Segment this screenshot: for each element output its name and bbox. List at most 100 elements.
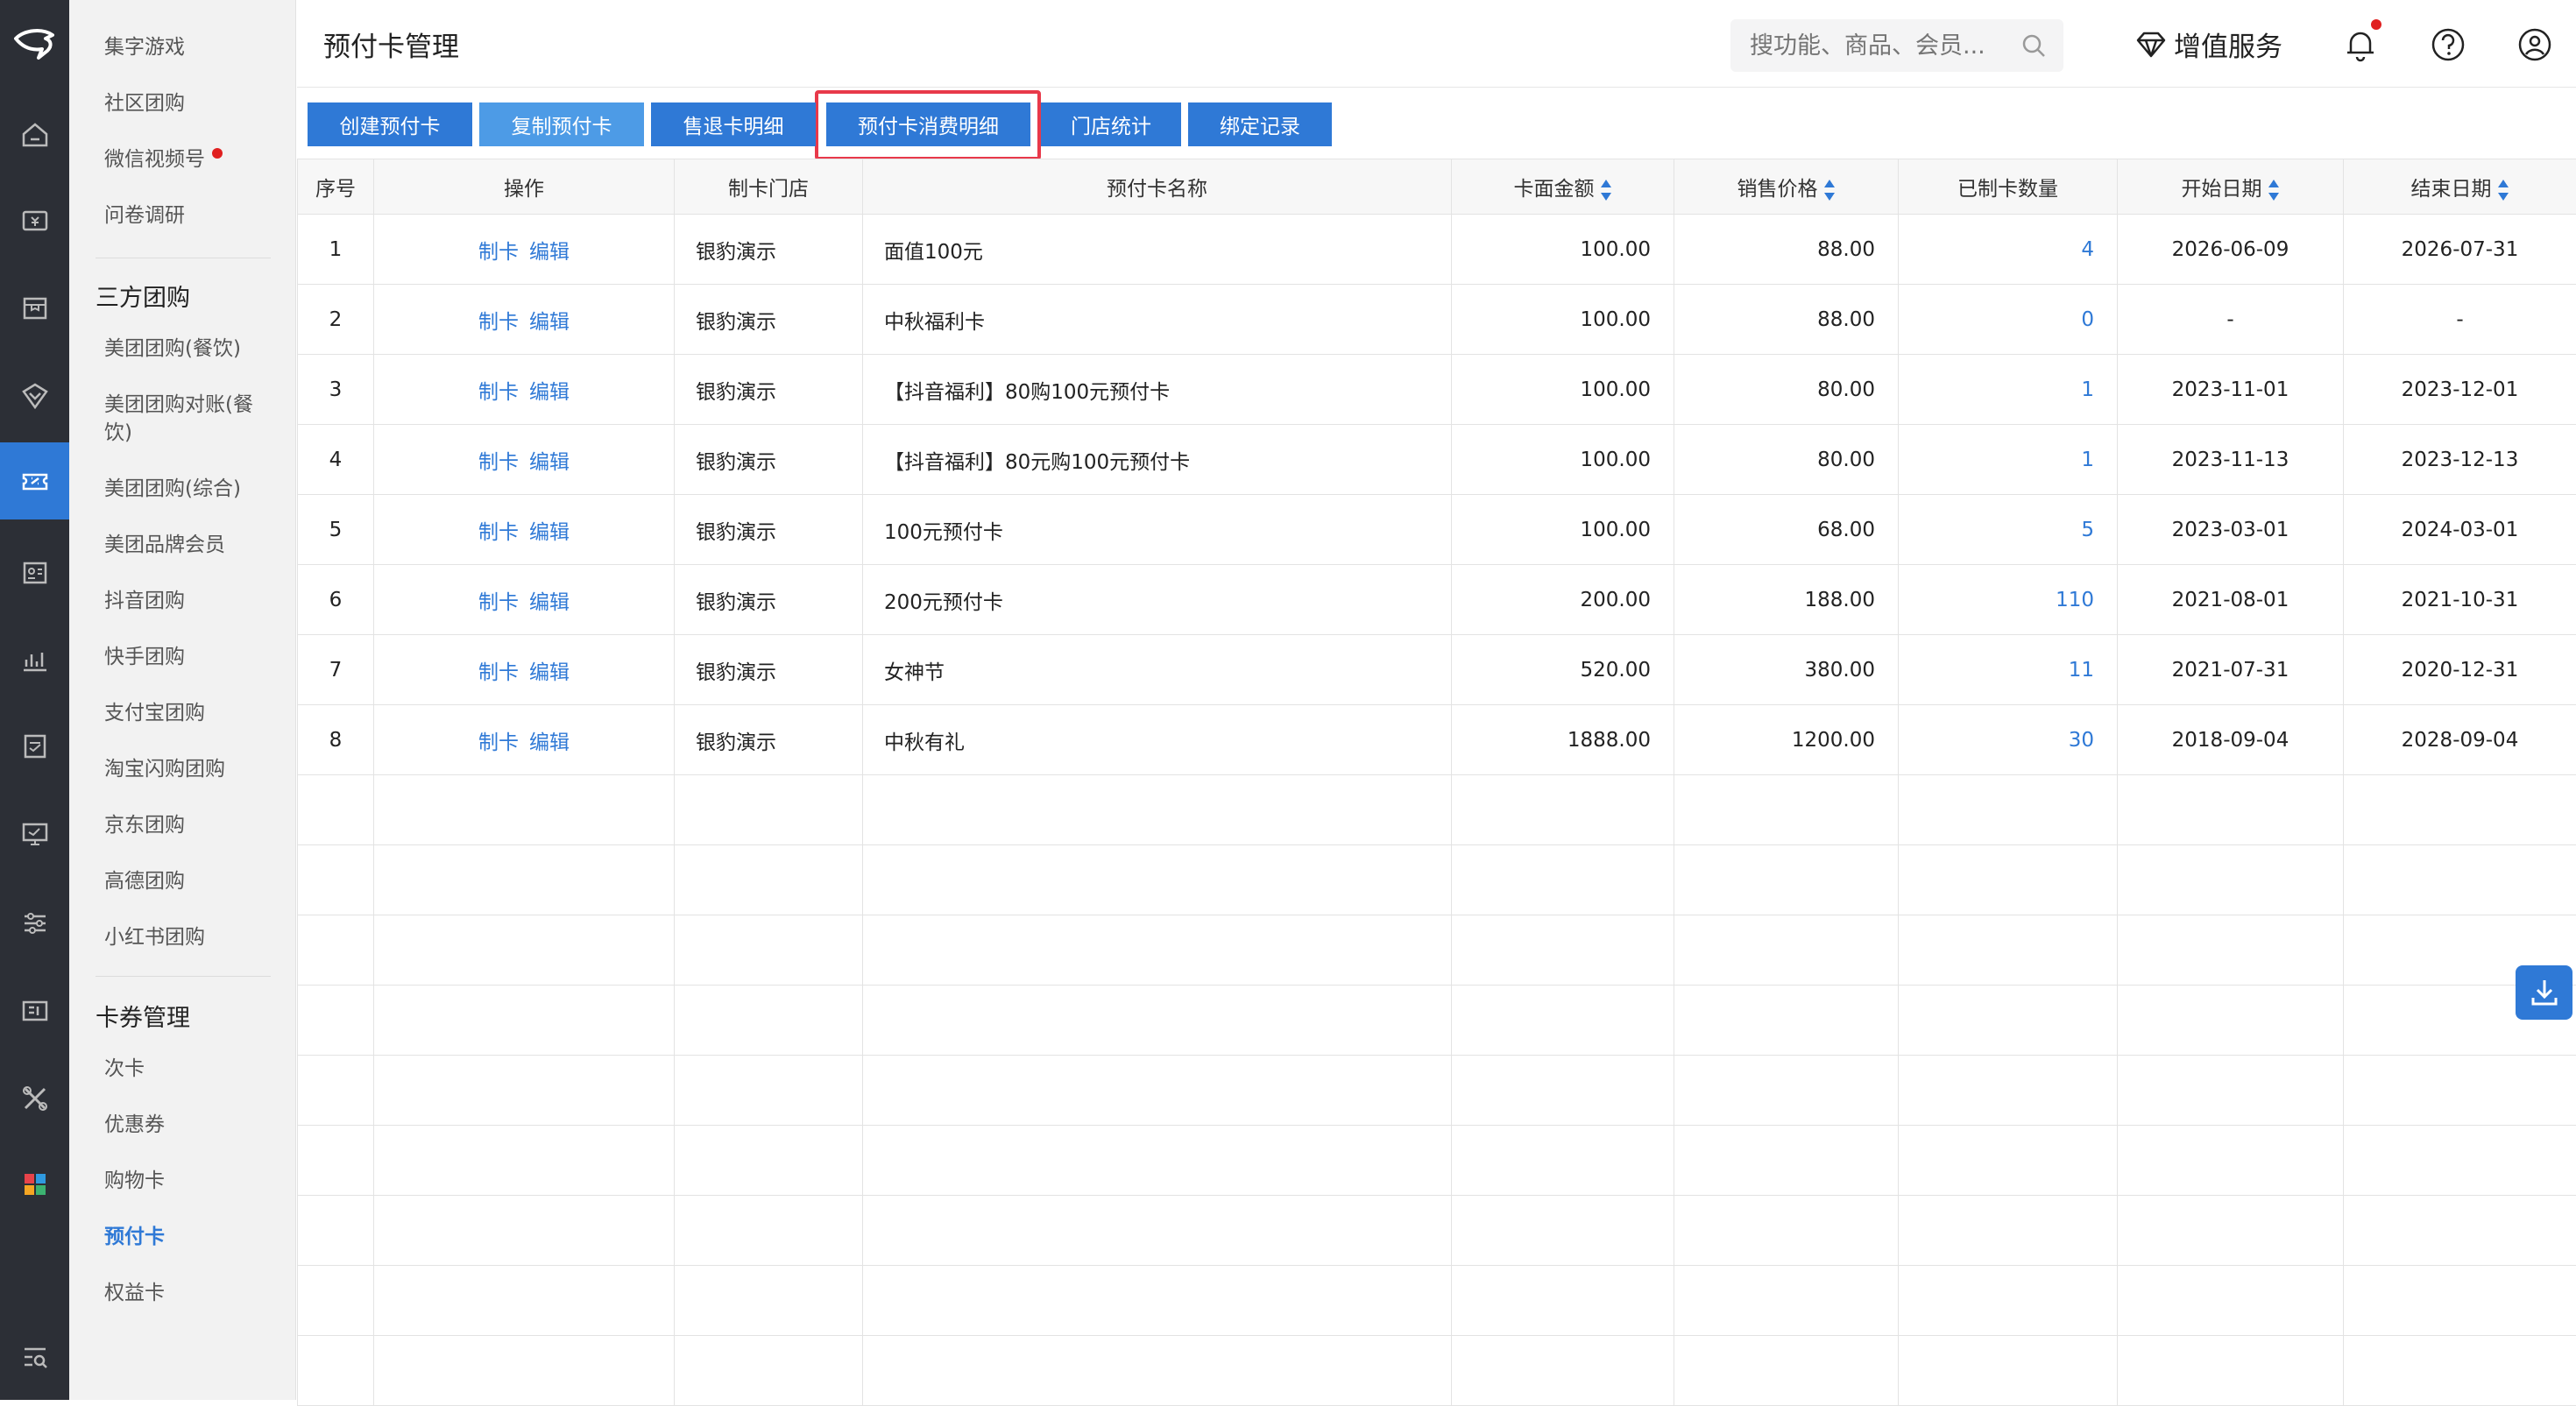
empty-row: [298, 1336, 2576, 1406]
sidebar-item[interactable]: 权益卡: [104, 1279, 165, 1307]
empty-cell: [2344, 1266, 2576, 1336]
copy-card-button[interactable]: 复制预付卡: [479, 102, 644, 146]
icon-rail: [0, 0, 69, 1400]
make-card-link[interactable]: 制卡: [478, 661, 519, 684]
count-link[interactable]: 1: [2081, 449, 2094, 471]
edit-link[interactable]: 编辑: [529, 451, 570, 474]
sidebar-item[interactable]: 美团团购(餐饮): [104, 335, 241, 363]
cashier-icon[interactable]: [0, 182, 69, 259]
consumption-detail-button[interactable]: 预付卡消费明细: [826, 102, 1030, 146]
count-link[interactable]: 30: [2069, 729, 2094, 752]
cell-no: 8: [298, 705, 374, 775]
table-row: 6制卡编辑银豹演示200元预付卡200.00188.001102021-08-0…: [298, 565, 2576, 635]
count-link[interactable]: 0: [2081, 308, 2094, 331]
col-header-face-value[interactable]: 卡面金额: [1452, 159, 1674, 215]
count-link[interactable]: 110: [2056, 589, 2094, 611]
cell-actions: 制卡编辑: [374, 355, 675, 425]
store-stats-button[interactable]: 门店统计: [1041, 102, 1181, 146]
sidebar-item[interactable]: 美团团购(综合): [104, 475, 241, 503]
edit-link[interactable]: 编辑: [529, 381, 570, 404]
edit-link[interactable]: 编辑: [529, 521, 570, 544]
menu-search-icon[interactable]: [0, 1318, 69, 1395]
make-card-link[interactable]: 制卡: [478, 521, 519, 544]
edit-link[interactable]: 编辑: [529, 731, 570, 754]
empty-cell: [675, 775, 863, 845]
sidebar-item[interactable]: 优惠券: [104, 1111, 165, 1139]
cell-name: 女神节: [863, 635, 1452, 705]
sidebar-item[interactable]: 美团团购对账(餐: [104, 391, 253, 419]
sort-icon[interactable]: [1600, 179, 1612, 201]
sidebar-item[interactable]: 淘宝闪购团购: [104, 755, 225, 783]
edit-link[interactable]: 编辑: [529, 661, 570, 684]
make-card-link[interactable]: 制卡: [478, 311, 519, 334]
count-link[interactable]: 1: [2081, 378, 2094, 401]
global-search[interactable]: [1730, 19, 2063, 72]
sidebar-item[interactable]: 快手团购: [104, 643, 185, 671]
tools-icon[interactable]: [0, 1060, 69, 1137]
cell-name: 【抖音福利】80元购100元预付卡: [863, 425, 1452, 495]
cell-price: 380.00: [1674, 635, 1899, 705]
report-icon[interactable]: [0, 622, 69, 699]
settings-sliders-icon[interactable]: [0, 885, 69, 962]
sidebar-item[interactable]: 高德团购: [104, 867, 185, 895]
sale-refund-detail-button[interactable]: 售退卡明细: [651, 102, 816, 146]
count-link[interactable]: 5: [2081, 519, 2094, 541]
search-input[interactable]: [1730, 19, 2011, 72]
edit-link[interactable]: 编辑: [529, 591, 570, 614]
search-icon[interactable]: [2020, 32, 2048, 60]
sidebar-item[interactable]: 支付宝团购: [104, 699, 205, 727]
make-card-link[interactable]: 制卡: [478, 591, 519, 614]
apps-grid-icon[interactable]: [0, 1146, 69, 1223]
sidebar-item[interactable]: 小红书团购: [104, 923, 205, 951]
sidebar-item-continuation[interactable]: 饮): [104, 419, 132, 447]
sidebar-item[interactable]: 微信视频号: [104, 145, 223, 173]
make-card-link[interactable]: 制卡: [478, 241, 519, 264]
empty-cell: [1899, 1266, 2118, 1336]
col-header-end-date[interactable]: 结束日期: [2344, 159, 2576, 215]
make-card-link[interactable]: 制卡: [478, 731, 519, 754]
user-icon[interactable]: [2516, 26, 2553, 63]
col-header-start-date[interactable]: 开始日期: [2118, 159, 2344, 215]
staff-icon[interactable]: [0, 534, 69, 611]
goods-icon[interactable]: [0, 270, 69, 347]
finance-icon[interactable]: [0, 708, 69, 785]
bell-icon[interactable]: [2342, 26, 2379, 63]
empty-cell: [2118, 1126, 2344, 1196]
empty-cell: [374, 1196, 675, 1266]
monitor-icon[interactable]: [0, 795, 69, 873]
member-icon[interactable]: [0, 357, 69, 435]
empty-cell: [374, 986, 675, 1056]
edit-link[interactable]: 编辑: [529, 241, 570, 264]
make-card-link[interactable]: 制卡: [478, 381, 519, 404]
count-link[interactable]: 11: [2069, 659, 2094, 682]
home-icon[interactable]: [0, 96, 69, 173]
sidebar-item[interactable]: 购物卡: [104, 1167, 165, 1195]
sort-icon[interactable]: [2268, 179, 2280, 201]
vip-service-link[interactable]: 增值服务: [2135, 25, 2282, 64]
sidebar-item[interactable]: 京东团购: [104, 811, 185, 839]
edit-link[interactable]: 编辑: [529, 311, 570, 334]
help-icon[interactable]: [2430, 26, 2466, 63]
download-button[interactable]: [2516, 965, 2572, 1020]
sort-icon[interactable]: [1823, 179, 1836, 201]
make-card-link[interactable]: 制卡: [478, 451, 519, 474]
col-header-price[interactable]: 销售价格: [1674, 159, 1899, 215]
device-icon[interactable]: [0, 972, 69, 1049]
count-link[interactable]: 4: [2081, 238, 2094, 261]
sidebar-item[interactable]: 次卡: [104, 1055, 145, 1083]
cell-store: 银豹演示: [675, 635, 863, 705]
sidebar-item[interactable]: 社区团购: [104, 89, 185, 117]
vip-label: 增值服务: [2174, 25, 2282, 64]
sidebar-item[interactable]: 美团品牌会员: [104, 531, 225, 559]
marketing-icon[interactable]: [0, 442, 69, 519]
sidebar-item[interactable]: 集字游戏: [104, 33, 185, 61]
sidebar-item-active[interactable]: 预付卡: [104, 1223, 165, 1251]
create-card-button[interactable]: 创建预付卡: [308, 102, 472, 146]
sort-icon[interactable]: [2497, 179, 2509, 201]
sidebar-item[interactable]: 问卷调研: [104, 201, 185, 230]
bind-records-button[interactable]: 绑定记录: [1188, 102, 1332, 146]
sidebar-item[interactable]: 抖音团购: [104, 587, 185, 615]
col-header-label: 结束日期: [2411, 178, 2492, 201]
app-logo-icon[interactable]: [0, 0, 69, 88]
cell-no: 6: [298, 565, 374, 635]
